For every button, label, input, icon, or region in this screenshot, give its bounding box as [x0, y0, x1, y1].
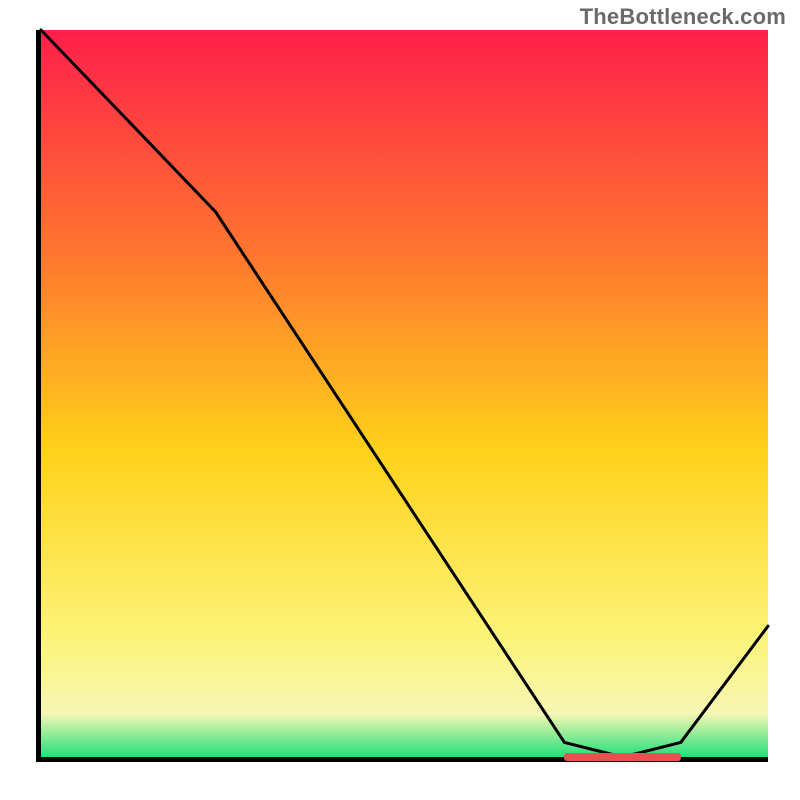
watermark-text: TheBottleneck.com [580, 4, 786, 30]
optimal-range-marker [564, 753, 680, 761]
chart-plot-area [36, 30, 768, 762]
chart-curve [41, 30, 768, 757]
